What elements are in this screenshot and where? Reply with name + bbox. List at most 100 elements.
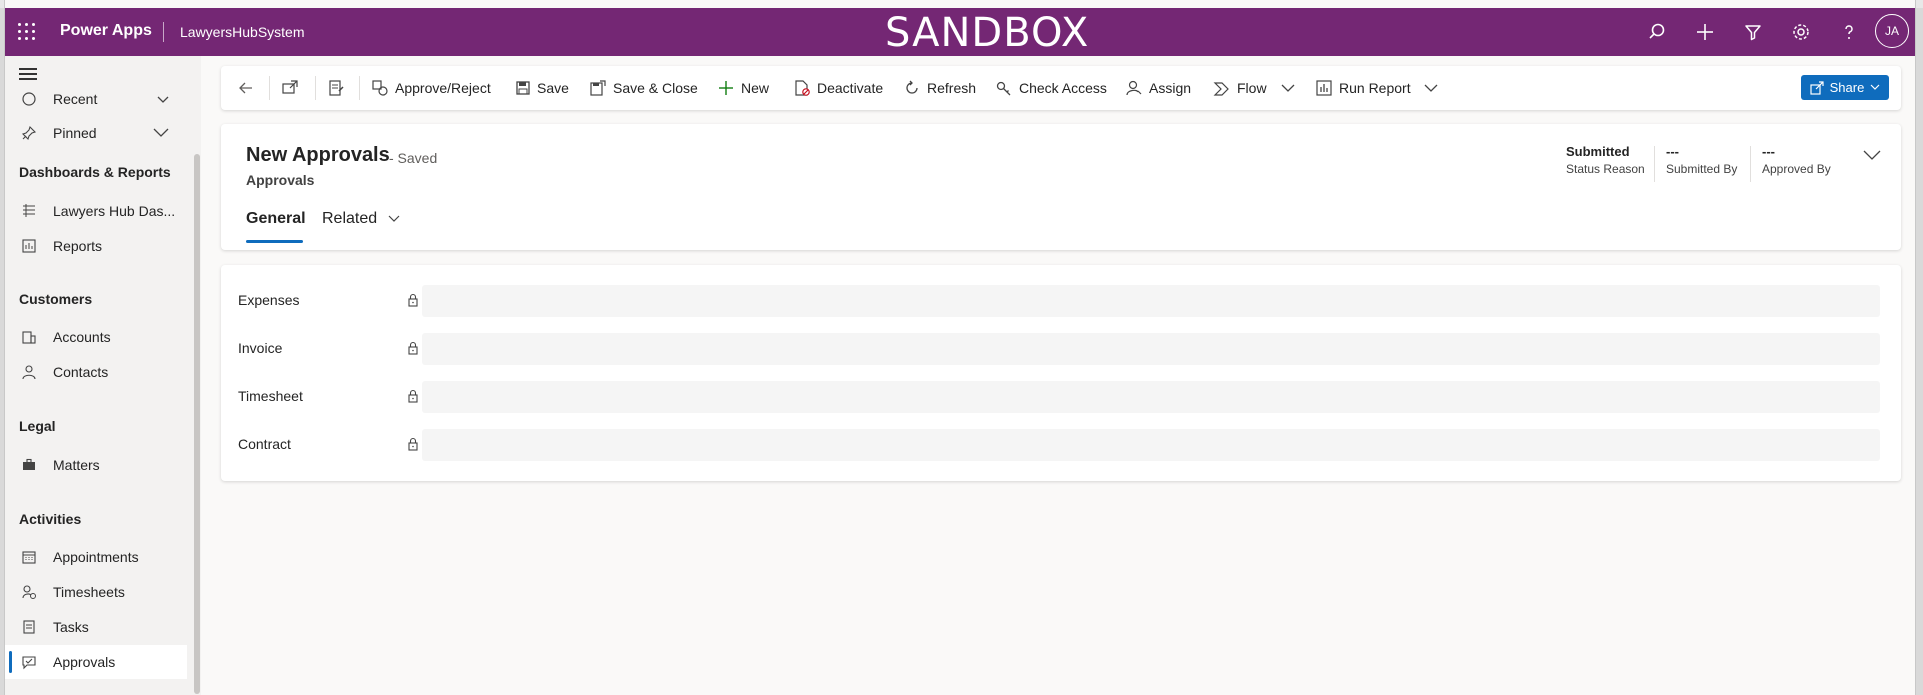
sidebar-item-lawyers-hub-dashboard[interactable]: Lawyers Hub Das... — [5, 194, 187, 228]
header-field-submitted-by: --- Submitted By — [1666, 144, 1737, 176]
lock-icon — [407, 437, 419, 456]
flow-label: Flow — [1237, 80, 1267, 96]
back-button[interactable] — [237, 66, 261, 110]
tab-related-label: Related — [322, 210, 378, 227]
field-label-invoice: Invoice — [238, 340, 283, 356]
approved-by-value: --- — [1762, 144, 1775, 159]
command-separator — [315, 76, 316, 100]
contract-field[interactable] — [422, 429, 1880, 461]
deactivate-button[interactable]: Deactivate — [793, 66, 883, 110]
share-label: Share — [1829, 80, 1865, 95]
sidebar-item-label: Tasks — [53, 619, 89, 635]
refresh-button[interactable]: Refresh — [903, 66, 976, 110]
sidebar-scrollbar[interactable] — [194, 154, 200, 694]
approval-icon — [19, 652, 39, 672]
chevron-down-icon[interactable] — [157, 91, 169, 107]
search-icon[interactable] — [1645, 20, 1669, 44]
record-title: New Approvals — [246, 144, 390, 166]
plus-icon[interactable] — [1693, 20, 1717, 44]
report-icon — [19, 236, 39, 256]
sidebar-item-label: Recent — [53, 91, 98, 107]
flow-dropdown-button[interactable] — [1281, 66, 1301, 110]
sidebar-item-recent[interactable]: Recent — [5, 88, 187, 110]
form-row-contract: Contract — [221, 428, 1901, 462]
refresh-label: Refresh — [927, 80, 977, 96]
form-edit-icon — [329, 80, 344, 96]
lock-icon — [407, 341, 419, 360]
form-section-general: Expenses Invoice Timesheet Contract — [221, 265, 1901, 481]
timesheet-field[interactable] — [422, 381, 1880, 413]
approve-reject-button[interactable]: Approve/Reject — [371, 66, 491, 110]
app-brand[interactable]: Power Apps — [60, 22, 152, 40]
sidebar-item-reports[interactable]: Reports — [5, 229, 187, 263]
invoice-field[interactable] — [422, 333, 1880, 365]
tab-related[interactable]: Related — [322, 210, 400, 228]
command-separator — [269, 76, 270, 100]
form-row-timesheet: Timesheet — [221, 380, 1901, 414]
expenses-field[interactable] — [422, 285, 1880, 317]
user-avatar[interactable]: JA — [1875, 14, 1909, 48]
sidebar-item-appointments[interactable]: Appointments — [5, 540, 187, 574]
group-header-activities: Activities — [19, 511, 82, 527]
save-button[interactable]: Save — [515, 66, 569, 110]
field-label-timesheet: Timesheet — [238, 388, 303, 404]
sidebar-item-pinned[interactable]: Pinned — [5, 116, 187, 150]
flow-button[interactable]: Flow — [1213, 66, 1267, 110]
filter-icon[interactable] — [1741, 20, 1765, 44]
run-report-label: Run Report — [1339, 80, 1411, 96]
new-button[interactable]: New — [717, 66, 769, 110]
sidebar-item-contacts[interactable]: Contacts — [5, 355, 187, 389]
clock-icon — [19, 89, 39, 109]
open-new-window-button[interactable] — [281, 66, 305, 110]
approve-reject-label: Approve/Reject — [395, 80, 491, 96]
pin-icon — [19, 123, 39, 143]
run-report-button[interactable]: Run Report — [1315, 66, 1411, 110]
check-access-button[interactable]: Check Access — [995, 66, 1107, 110]
sidebar-item-label: Pinned — [53, 125, 97, 141]
form-selector-button[interactable] — [327, 66, 351, 110]
share-icon — [1810, 80, 1824, 95]
sidebar-item-matters[interactable]: Matters — [5, 448, 187, 482]
status-reason-label: Status Reason — [1566, 162, 1645, 176]
tab-general[interactable]: General — [246, 210, 306, 228]
chevron-down-icon — [1424, 84, 1438, 92]
sidebar-item-approvals[interactable]: Approvals — [5, 645, 187, 679]
sidebar-item-timesheets[interactable]: Timesheets — [5, 575, 187, 609]
share-button[interactable]: Share — [1801, 75, 1889, 100]
assign-button[interactable]: Assign — [1125, 66, 1191, 110]
form-row-invoice: Invoice — [221, 332, 1901, 366]
save-status: - Saved — [389, 150, 438, 166]
approved-by-label: Approved By — [1762, 162, 1831, 176]
help-icon[interactable] — [1837, 20, 1861, 44]
lock-icon — [407, 293, 419, 312]
app-launcher-icon[interactable] — [17, 22, 37, 42]
save-close-icon — [590, 80, 606, 96]
sidebar-item-label: Reports — [53, 238, 103, 254]
active-tab-indicator — [246, 240, 303, 243]
hamburger-menu-icon[interactable] — [19, 68, 37, 82]
sidebar-item-accounts[interactable]: Accounts — [5, 320, 187, 354]
gear-icon[interactable] — [1789, 20, 1813, 44]
save-close-button[interactable]: Save & Close — [589, 66, 698, 110]
sidebar: Recent Pinned Dashboards & Reports Lawye… — [5, 56, 201, 695]
sidebar-item-tasks[interactable]: Tasks — [5, 610, 187, 644]
sidebar-item-label: Accounts — [53, 329, 111, 345]
entity-name: Approvals — [246, 172, 315, 188]
group-header-dashboards: Dashboards & Reports — [19, 164, 171, 180]
field-label-expenses: Expenses — [238, 292, 300, 308]
header-field-approved-by: --- Approved By — [1762, 144, 1831, 176]
run-report-dropdown-button[interactable] — [1424, 66, 1444, 110]
sidebar-item-label: Matters — [53, 457, 100, 473]
top-bar: Power Apps LawyersHubSystem SANDBOX JA — [5, 8, 1915, 56]
header-divider — [163, 22, 164, 42]
environment-name[interactable]: LawyersHubSystem — [180, 24, 305, 40]
key-icon — [996, 81, 1011, 96]
report-icon — [1316, 80, 1332, 96]
briefcase-icon — [19, 455, 39, 475]
header-field-separator — [1654, 146, 1655, 182]
header-field-status-reason: Submitted Status Reason — [1566, 144, 1645, 176]
chevron-down-icon[interactable] — [153, 125, 169, 141]
header-expand-button[interactable] — [1863, 148, 1881, 166]
sidebar-item-label: Approvals — [53, 654, 116, 670]
status-reason-value: Submitted — [1566, 144, 1630, 159]
